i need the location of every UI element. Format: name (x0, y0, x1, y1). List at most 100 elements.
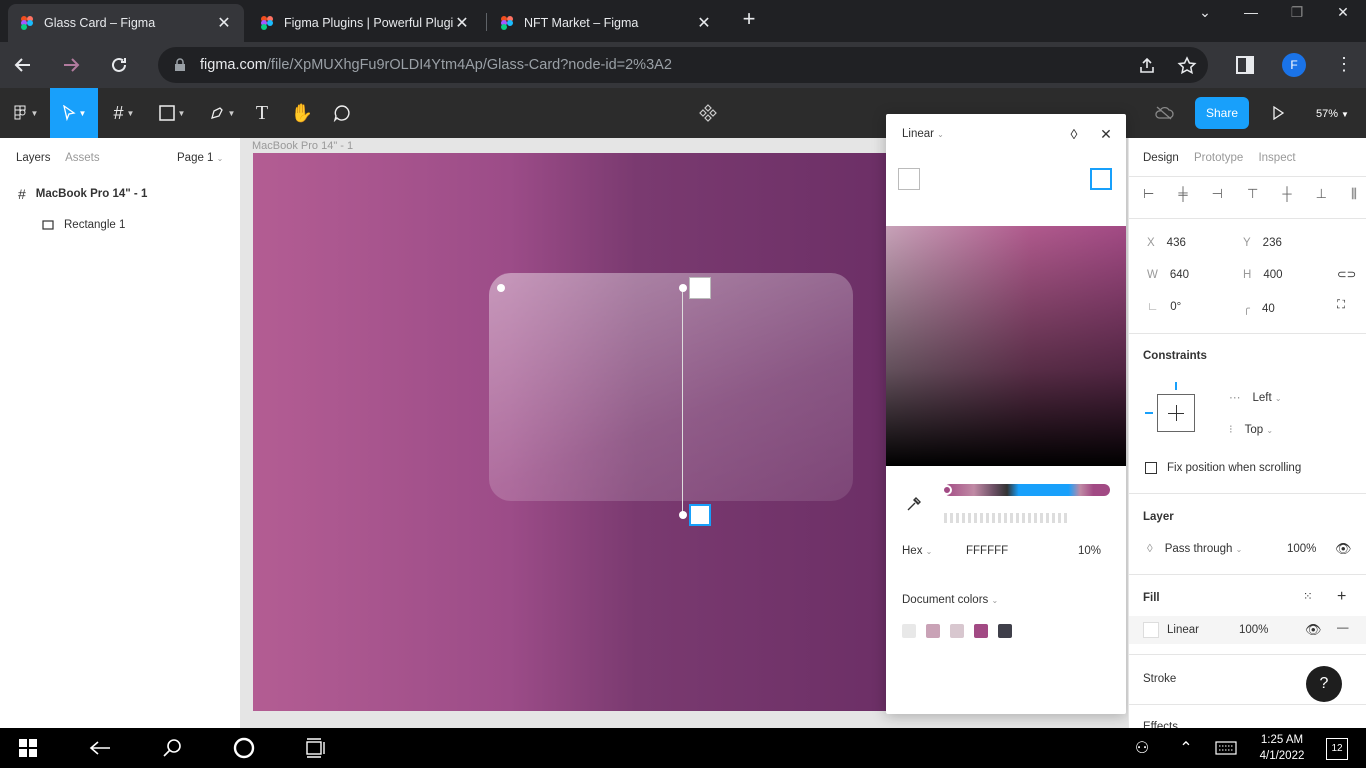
tab-design[interactable]: Design (1143, 152, 1179, 164)
side-panel-icon[interactable] (1235, 55, 1255, 75)
chevron-up-icon[interactable]: ⌃ (1174, 736, 1198, 760)
close-icon[interactable]: ✕ (1098, 126, 1114, 142)
reload-icon[interactable] (104, 50, 134, 80)
layer-item-rectangle[interactable]: Rectangle 1 (42, 219, 125, 231)
gradient-bar[interactable] (944, 484, 1110, 496)
cortana-icon[interactable] (232, 736, 256, 760)
move-tool-button[interactable]: ▼ (50, 88, 98, 138)
color-mode-dropdown[interactable]: Hex ⌄ (902, 545, 932, 557)
document-colors-dropdown[interactable]: Document colors ⌄ (902, 594, 998, 606)
profile-avatar[interactable]: F (1282, 53, 1306, 77)
frame-tool-button[interactable]: # ▼ (104, 88, 144, 138)
width-field[interactable]: W 640 (1147, 269, 1189, 281)
address-bar[interactable]: figma.com/file/XpMUXhgFu9rOLDI4Ytm4Ap/Gl… (158, 47, 1208, 83)
restore-icon[interactable]: ❐ (1274, 4, 1320, 26)
gradient-bar-thumb[interactable] (942, 485, 952, 495)
shape-tool-button[interactable]: ▼ (150, 88, 194, 138)
tab-inspect[interactable]: Inspect (1258, 152, 1295, 164)
share-page-icon[interactable] (1136, 55, 1158, 77)
glass-card-rectangle[interactable] (489, 273, 853, 501)
tab-assets[interactable]: Assets (65, 152, 100, 164)
gradient-handle-dot[interactable] (497, 284, 505, 292)
constraint-left-marker[interactable] (1145, 412, 1153, 414)
back-arrow-icon[interactable] (88, 736, 112, 760)
eyedropper-icon[interactable] (906, 496, 922, 517)
corner-radius-field[interactable]: ╭ 40 (1243, 301, 1275, 315)
vertical-constraint-dropdown[interactable]: ⁝ Top ⌄ (1229, 422, 1273, 436)
horizontal-constraint-dropdown[interactable]: ⋯ Left ⌄ (1229, 390, 1282, 404)
keyboard-icon[interactable] (1214, 736, 1238, 760)
independent-corners-icon[interactable]: ⛶ (1337, 299, 1345, 312)
color-swatch[interactable] (902, 624, 916, 638)
color-swatch[interactable] (950, 624, 964, 638)
fix-position-checkbox[interactable] (1145, 462, 1157, 474)
components-button[interactable] (696, 88, 720, 138)
x-field[interactable]: X 436 (1147, 237, 1186, 249)
task-view-icon[interactable] (304, 736, 328, 760)
align-top-icon[interactable]: ⊤ (1247, 186, 1258, 202)
fill-swatch[interactable] (1143, 622, 1159, 638)
browser-menu-icon[interactable]: ⋮ (1335, 54, 1353, 75)
color-swatch[interactable] (998, 624, 1012, 638)
align-center-h-icon[interactable]: ╪ (1178, 186, 1187, 202)
hand-tool-button[interactable]: ✋ (290, 88, 314, 138)
system-clock[interactable]: 1:25 AM 4/1/2022 (1256, 732, 1308, 764)
browser-tab-figma-plugins[interactable]: Figma Plugins | Powerful Plugi ✕ (248, 4, 482, 42)
distribute-icon[interactable]: ⫼ (1351, 186, 1357, 202)
gradient-stop-swatch-end[interactable] (1090, 168, 1112, 190)
opacity-slider[interactable] (944, 513, 1068, 523)
blend-drop-icon[interactable]: ◊ (1066, 126, 1082, 142)
fill-type-value[interactable]: Linear (1167, 624, 1199, 636)
gradient-stop-start[interactable] (689, 277, 711, 299)
notification-center-icon[interactable]: 12 (1326, 738, 1348, 760)
remove-fill-icon[interactable]: — (1337, 622, 1349, 634)
text-tool-button[interactable]: T (250, 88, 274, 138)
layer-item-frame[interactable]: # MacBook Pro 14" - 1 (18, 186, 147, 202)
gradient-stop-swatch-start[interactable] (898, 168, 920, 190)
blend-mode-dropdown[interactable]: ◊ Pass through ⌄ (1147, 543, 1242, 555)
tab-prototype[interactable]: Prototype (1194, 152, 1243, 164)
new-tab-icon[interactable]: + (738, 8, 760, 30)
constrain-proportions-icon[interactable]: ⊂⊃ (1337, 267, 1356, 281)
align-center-v-icon[interactable]: ┼ (1282, 186, 1291, 202)
zoom-level[interactable]: 57% ▼ (1316, 108, 1349, 120)
align-bottom-icon[interactable]: ⊥ (1316, 186, 1327, 202)
add-fill-icon[interactable]: + (1337, 588, 1346, 606)
pen-tool-button[interactable]: ▼ (200, 88, 244, 138)
bookmark-star-icon[interactable] (1176, 55, 1198, 77)
constraints-widget[interactable] (1157, 394, 1195, 432)
help-button[interactable]: ? (1306, 666, 1342, 702)
people-icon[interactable]: ⚇ (1130, 736, 1154, 760)
back-arrow-icon[interactable] (8, 50, 38, 80)
main-menu-button[interactable]: ▼ (6, 88, 46, 138)
height-field[interactable]: H 400 (1243, 269, 1283, 281)
opacity-input[interactable]: 10% (1078, 545, 1101, 557)
hex-input[interactable]: FFFFFF (966, 545, 1008, 557)
search-icon[interactable] (160, 736, 184, 760)
constraint-top-marker[interactable] (1175, 382, 1177, 390)
fill-visibility-eye-icon[interactable]: 👁 (1305, 622, 1322, 638)
gradient-start-dot[interactable] (679, 284, 687, 292)
gradient-stop-end[interactable] (689, 504, 711, 526)
color-swatch[interactable] (974, 624, 988, 638)
y-field[interactable]: Y 236 (1243, 237, 1282, 249)
share-button[interactable]: Share (1195, 97, 1249, 129)
visibility-eye-icon[interactable]: 👁 (1335, 541, 1352, 557)
page-selector[interactable]: Page 1 ⌄ (177, 152, 223, 164)
browser-tab-nft-market[interactable]: NFT Market – Figma ✕ (488, 4, 724, 42)
present-button[interactable] (1266, 88, 1290, 138)
align-right-icon[interactable]: ⊣ (1212, 186, 1223, 202)
fill-styles-icon[interactable]: ⁙ (1303, 589, 1313, 603)
windows-start-icon[interactable] (16, 736, 40, 760)
close-tab-icon[interactable]: ✕ (216, 13, 232, 33)
browser-tab-glass-card[interactable]: Glass Card – Figma ✕ (8, 4, 244, 42)
minimize-icon[interactable]: — (1228, 4, 1274, 26)
color-swatch[interactable] (926, 624, 940, 638)
fill-opacity-input[interactable]: 100% (1239, 624, 1268, 636)
offline-cloud-button[interactable] (1150, 88, 1178, 138)
saturation-value-field[interactable] (886, 226, 1126, 466)
close-tab-icon[interactable]: ✕ (696, 13, 712, 33)
rotation-field[interactable]: ∟ 0° (1147, 301, 1181, 313)
close-window-icon[interactable]: ✕ (1320, 4, 1366, 26)
gradient-end-dot[interactable] (679, 511, 687, 519)
